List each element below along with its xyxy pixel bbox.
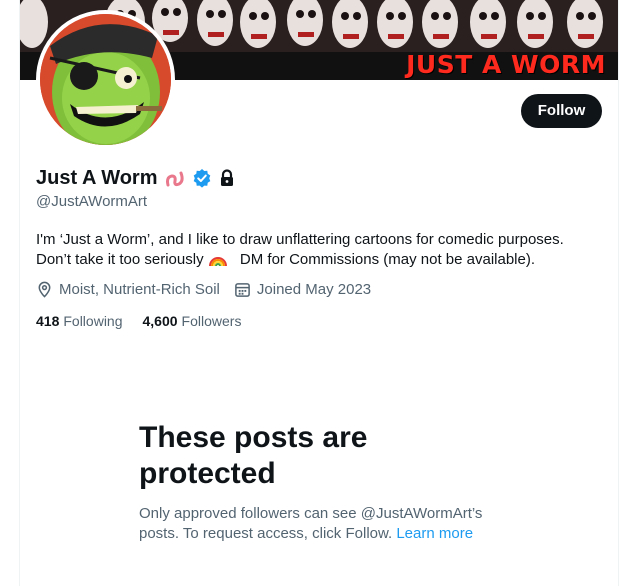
following-link[interactable]: 418 Following xyxy=(36,313,123,329)
bio-line-1: I'm ‘Just a Worm’, and I like to draw un… xyxy=(36,231,564,248)
avatar-artwork xyxy=(40,14,171,145)
protected-description: Only approved followers can see @JustAWo… xyxy=(139,504,499,544)
banner-title: JUST A WORM xyxy=(406,50,606,79)
bio-line-2-text: Don’t take it too seriously xyxy=(36,251,204,268)
location-text: Moist, Nutrient-Rich Soil xyxy=(59,281,220,298)
protected-title-line-2: protected xyxy=(139,457,276,490)
bio-line-2: Don’t take it too seriously DM for Commi… xyxy=(36,250,606,273)
rainbow-emoji-icon xyxy=(208,251,228,273)
following-count: 418 xyxy=(36,313,60,329)
worm-emoji-icon xyxy=(164,167,186,189)
followers-link[interactable]: 4,600 Followers xyxy=(143,313,242,329)
joined-item: Joined May 2023 xyxy=(234,281,371,298)
joined-text: Joined May 2023 xyxy=(256,281,372,298)
verified-badge-icon[interactable] xyxy=(192,168,212,188)
followers-label: Followers xyxy=(181,313,242,329)
lock-icon xyxy=(218,169,236,187)
profile-meta: Moist, Nutrient-Rich Soil Joined May 202… xyxy=(36,281,385,298)
follow-button[interactable]: Follow xyxy=(521,94,602,128)
bio-line-2-dm: DM for Commissions (may not be available… xyxy=(239,251,536,268)
display-name: Just A Worm xyxy=(36,166,158,189)
followers-count: 4,600 xyxy=(142,313,178,329)
location-pin-icon xyxy=(38,281,51,298)
follow-counts: 418 Following 4,600 Followers xyxy=(36,313,261,329)
user-handle: @JustAWormArt xyxy=(36,193,148,210)
protected-notice: These posts are protected Only approved … xyxy=(139,420,499,544)
name-row: Just A Worm xyxy=(36,165,236,191)
location-item: Moist, Nutrient-Rich Soil xyxy=(36,281,220,298)
protected-description-line-1: Only approved followers can see @JustAWo… xyxy=(139,505,483,522)
protected-title-line-1: These posts are xyxy=(139,421,368,454)
learn-more-link[interactable]: Learn more xyxy=(396,525,473,542)
protected-description-line-2: posts. To request access, click Follow. xyxy=(139,525,393,542)
profile-bio: I'm ‘Just a Worm’, and I like to draw un… xyxy=(36,230,606,273)
following-label: Following xyxy=(63,313,123,329)
avatar[interactable] xyxy=(36,10,175,149)
protected-title: These posts are protected xyxy=(139,420,499,492)
calendar-icon xyxy=(235,283,250,297)
